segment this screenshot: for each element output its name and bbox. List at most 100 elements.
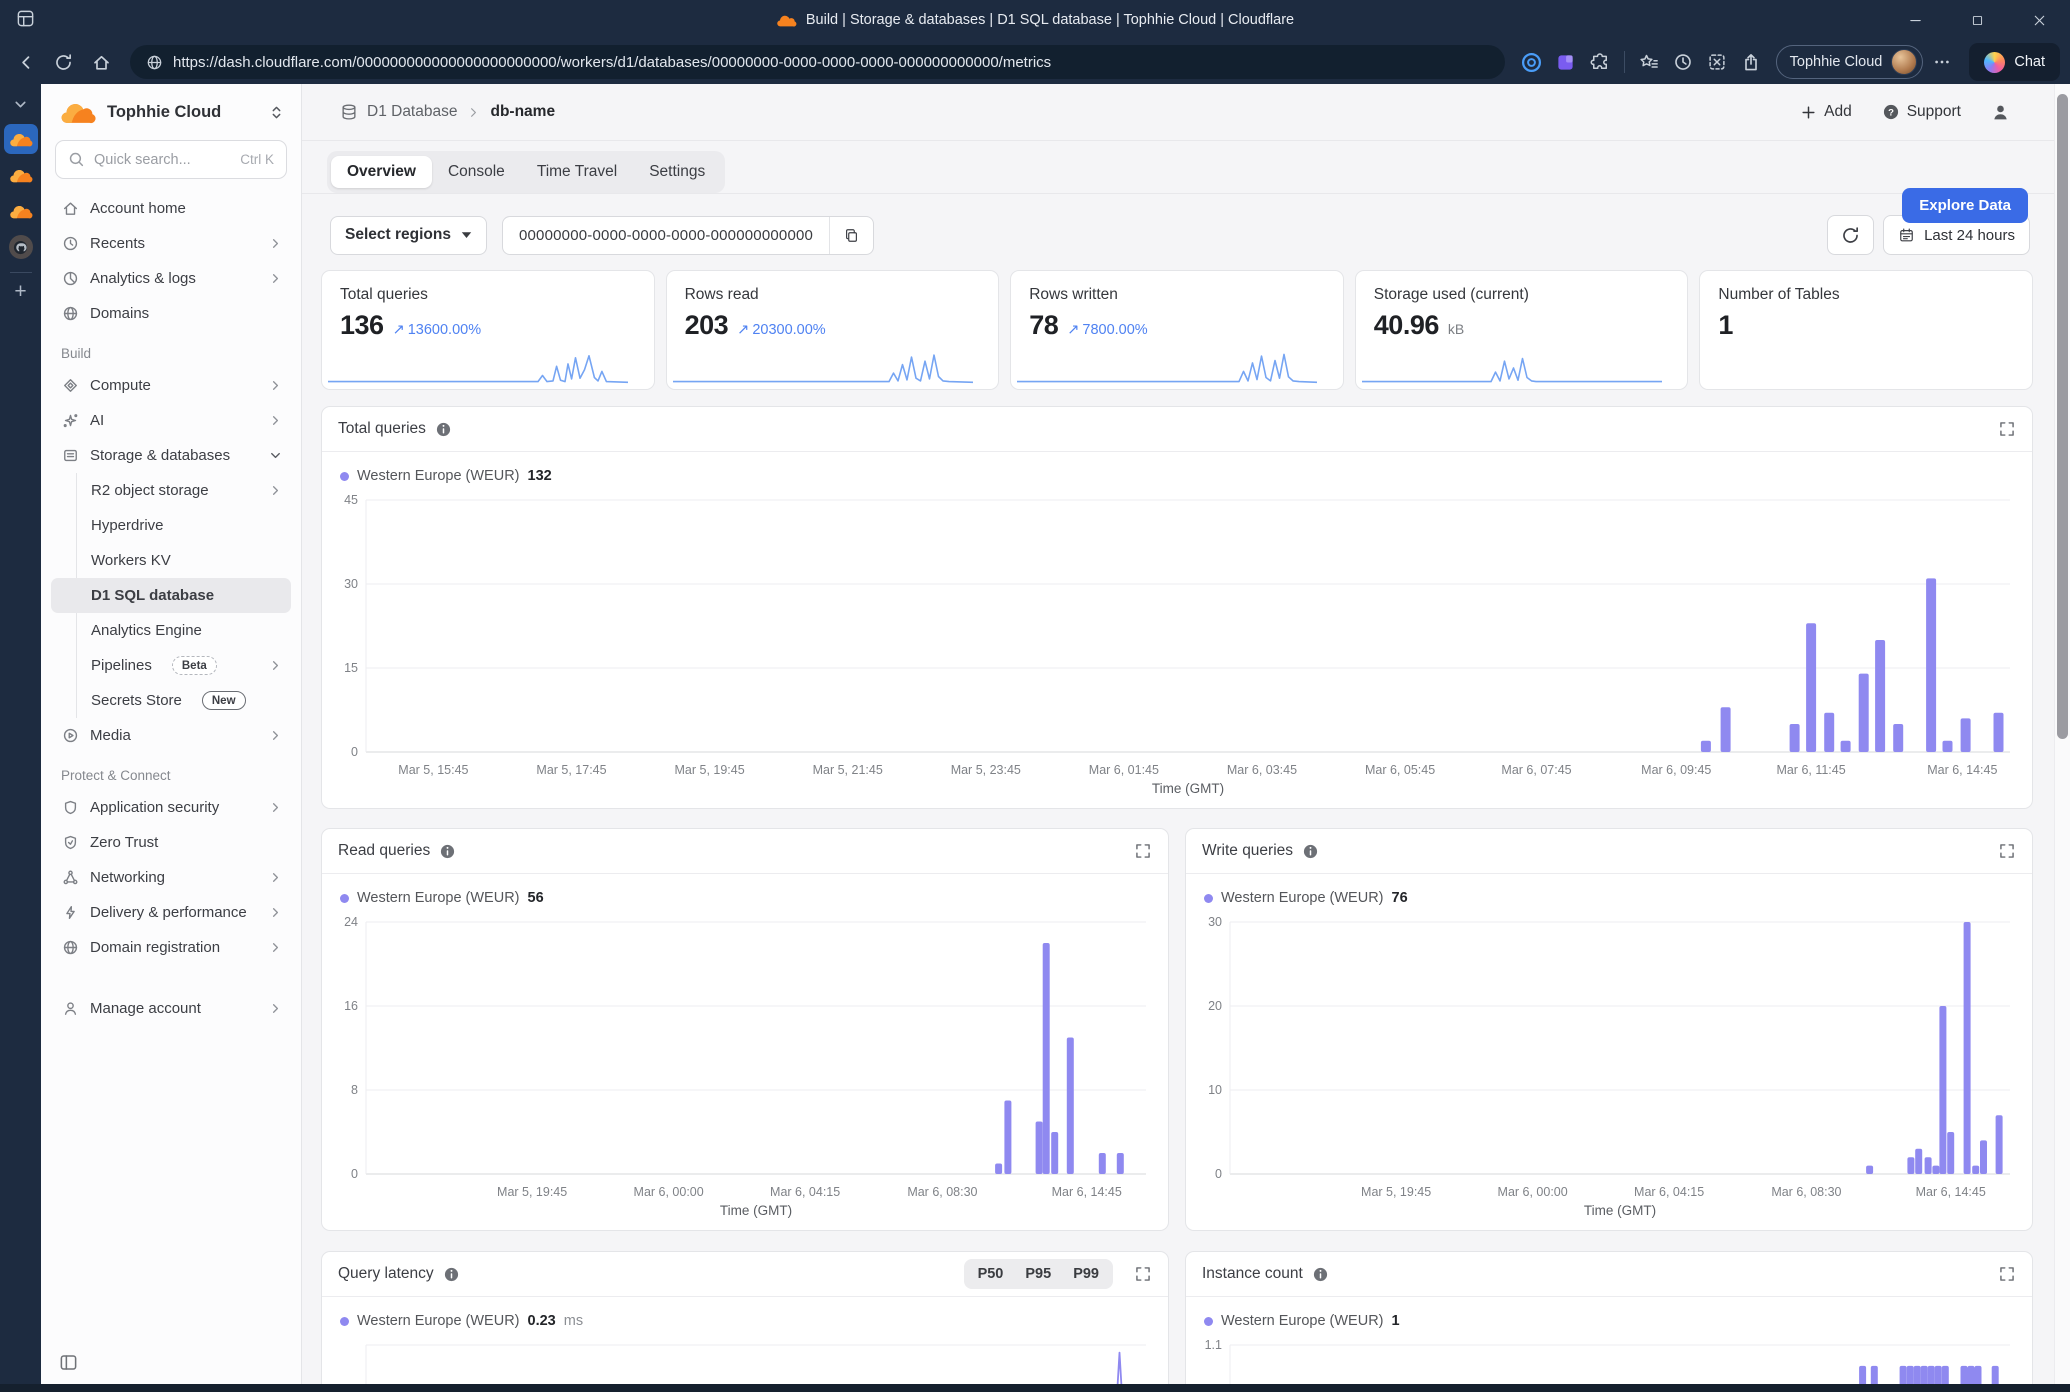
p99-button[interactable]: P99: [1062, 1262, 1110, 1286]
sidebar-item-delivery-performance[interactable]: Delivery & performance: [51, 895, 291, 930]
browser-profile-button[interactable]: Tophhie Cloud: [1776, 45, 1924, 79]
svg-text:1.1: 1.1: [1205, 1338, 1222, 1352]
browser-titlebar: Build | Storage & databases | D1 SQL dat…: [0, 0, 2070, 40]
sidebar-item-label: Delivery & performance: [90, 904, 247, 921]
total-queries-chart[interactable]: 0153045Mar 5, 15:45Mar 5, 17:45Mar 5, 19…: [328, 490, 2024, 800]
pie-icon: [61, 270, 79, 287]
info-icon[interactable]: [1312, 1266, 1329, 1283]
browser-tab-1-active[interactable]: [4, 124, 38, 154]
chevron-right-icon: [268, 870, 283, 885]
home-button[interactable]: [84, 45, 118, 79]
quick-search-input[interactable]: Quick search... Ctrl K: [55, 140, 287, 179]
workspace-icon[interactable]: [16, 9, 35, 28]
browser-tab-3[interactable]: [4, 196, 38, 226]
info-icon[interactable]: [443, 1266, 460, 1283]
stat-card-rows-read: Rows read 203↗ 20300.00%: [666, 270, 1000, 390]
close-button[interactable]: [2008, 0, 2070, 40]
expand-icon[interactable]: [1134, 1265, 1152, 1283]
support-button[interactable]: ? Support: [1882, 103, 1961, 121]
new-tab-button[interactable]: +: [14, 281, 26, 302]
onepassword-extension-icon[interactable]: [1517, 47, 1547, 77]
collapse-sidebar-button[interactable]: [41, 1353, 301, 1384]
page-scrollbar[interactable]: [2054, 84, 2070, 1384]
purple-extension-icon[interactable]: [1551, 47, 1581, 77]
sidebar-item-r2-object-storage[interactable]: R2 object storage: [51, 473, 291, 508]
info-icon[interactable]: [1302, 843, 1319, 860]
scrollbar-thumb[interactable]: [2057, 94, 2068, 739]
expand-icon[interactable]: [1998, 842, 2016, 860]
sidebar-item-label: Storage & databases: [90, 447, 230, 464]
p95-button[interactable]: P95: [1014, 1262, 1062, 1286]
address-bar[interactable]: https://dash.cloudflare.com/000000000000…: [130, 45, 1505, 79]
shield-arrow-icon: [61, 834, 79, 851]
browser-tab-2[interactable]: [4, 160, 38, 190]
info-icon[interactable]: [439, 843, 456, 860]
query-latency-card: Query latency P50 P95 P99 Western Europe…: [321, 1251, 1169, 1384]
instance-count-chart[interactable]: 1.1: [1192, 1335, 2024, 1384]
svg-text:30: 30: [344, 577, 358, 591]
sidebar-item-networking[interactable]: Networking: [51, 860, 291, 895]
expand-icon[interactable]: [1134, 842, 1152, 860]
sidebar-item-manage-account[interactable]: Manage account: [51, 991, 291, 1026]
sidebar-item-hyperdrive[interactable]: Hyperdrive: [51, 508, 291, 543]
favorites-icon[interactable]: [1634, 47, 1664, 77]
extensions-puzzle-icon[interactable]: [1585, 47, 1615, 77]
history-icon[interactable]: [1668, 47, 1698, 77]
info-icon[interactable]: [435, 421, 452, 438]
stat-sparkline: [1362, 351, 1662, 385]
user-menu-icon[interactable]: [1991, 103, 2010, 122]
sidebar-item-ai[interactable]: AI: [51, 403, 291, 438]
copilot-chat-button[interactable]: Chat: [1969, 43, 2060, 81]
sidebar-item-compute[interactable]: Compute: [51, 368, 291, 403]
sidebar-item-account-home[interactable]: Account home: [51, 191, 291, 226]
sidebar-item-pipelines[interactable]: PipelinesBeta: [51, 648, 291, 683]
sidebar-item-d1-sql-database[interactable]: D1 SQL database: [51, 578, 291, 613]
sidebar-item-recents[interactable]: Recents: [51, 226, 291, 261]
expand-icon[interactable]: [1998, 420, 2016, 438]
copy-database-id-button[interactable]: [829, 217, 873, 254]
tab-settings[interactable]: Settings: [633, 156, 721, 188]
chevron-right-icon: [268, 413, 283, 428]
chart-legend: Western Europe (WEUR) 76: [1186, 874, 2032, 908]
read-queries-chart[interactable]: 081624Mar 5, 19:45Mar 6, 00:00Mar 6, 04:…: [328, 912, 1160, 1222]
minimize-button[interactable]: [1884, 0, 1946, 40]
home-icon: [61, 200, 79, 217]
sidebar-item-workers-kv[interactable]: Workers KV: [51, 543, 291, 578]
reload-button[interactable]: [46, 45, 80, 79]
browser-tab-4[interactable]: [4, 232, 38, 262]
tab-console[interactable]: Console: [432, 156, 521, 188]
capture-icon[interactable]: [1702, 47, 1732, 77]
sidebar-item-application-security[interactable]: Application security: [51, 790, 291, 825]
tab-overview[interactable]: Overview: [331, 156, 432, 188]
database-id-value[interactable]: 00000000-0000-0000-0000-000000000000: [503, 227, 829, 244]
svg-text:Mar 6, 09:45: Mar 6, 09:45: [1641, 763, 1711, 777]
tab-time-travel[interactable]: Time Travel: [521, 156, 633, 188]
sidebar-item-media[interactable]: Media: [51, 718, 291, 753]
sidebar-item-secrets-store[interactable]: Secrets StoreNew: [51, 683, 291, 718]
explore-data-button[interactable]: Explore Data: [1902, 188, 2028, 223]
back-button[interactable]: [8, 45, 42, 79]
add-button[interactable]: Add: [1800, 103, 1852, 121]
sidebar-item-analytics-logs[interactable]: Analytics & logs: [51, 261, 291, 296]
share-icon[interactable]: [1736, 47, 1766, 77]
maximize-button[interactable]: [1946, 0, 2008, 40]
sidebar-item-analytics-engine[interactable]: Analytics Engine: [51, 613, 291, 648]
query-latency-chart[interactable]: [328, 1335, 1160, 1384]
collapse-tabs-icon[interactable]: [4, 90, 38, 118]
sidebar-item-label: Zero Trust: [90, 834, 158, 851]
sidebar-item-storage-databases[interactable]: Storage & databases: [51, 438, 291, 473]
write-queries-chart[interactable]: 0102030Mar 5, 19:45Mar 6, 00:00Mar 6, 04…: [1192, 912, 2024, 1222]
breadcrumb-section[interactable]: D1 Database: [367, 103, 457, 121]
more-menu-icon[interactable]: [1927, 47, 1957, 77]
sidebar-item-domain-registration[interactable]: Domain registration: [51, 930, 291, 965]
sidebar-item-domains[interactable]: Domains: [51, 296, 291, 331]
expand-icon[interactable]: [1998, 1265, 2016, 1283]
p50-button[interactable]: P50: [967, 1262, 1015, 1286]
account-switcher-icon[interactable]: [268, 104, 285, 121]
search-shortcut: Ctrl K: [240, 152, 274, 167]
chart-legend: Western Europe (WEUR) 56: [322, 874, 1168, 908]
sidebar-item-zero-trust[interactable]: Zero Trust: [51, 825, 291, 860]
chart-title: Query latency: [338, 1265, 434, 1283]
refresh-metrics-button[interactable]: [1827, 215, 1874, 255]
select-regions-dropdown[interactable]: Select regions: [330, 216, 487, 255]
